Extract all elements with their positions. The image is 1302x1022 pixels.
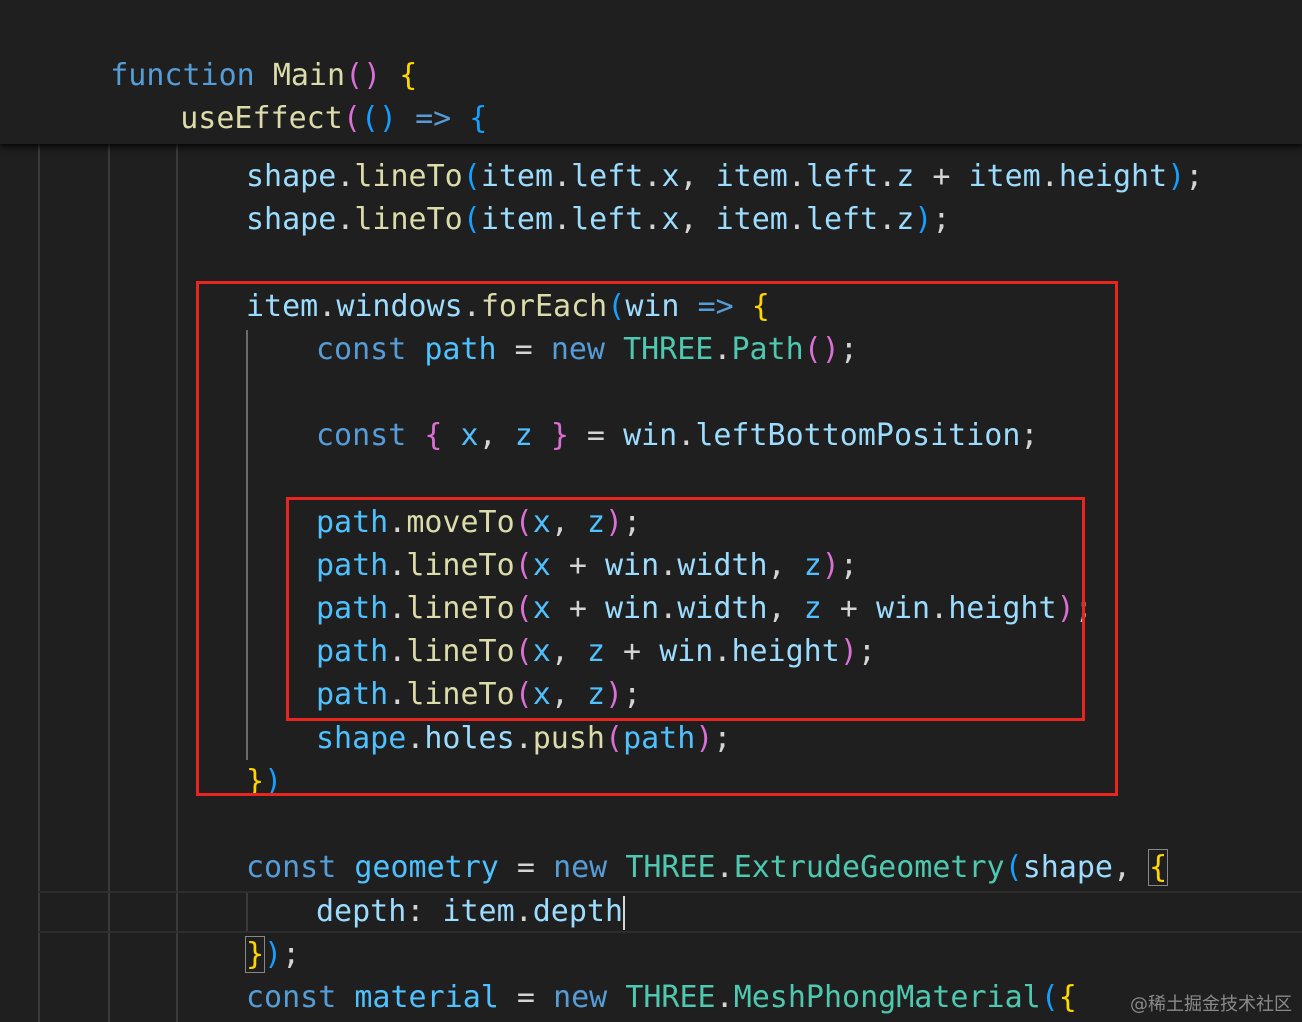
token: .: [336, 159, 355, 194]
token: ExtrudeGeometry: [733, 850, 1005, 885]
code-line[interactable]: });: [244, 935, 301, 975]
token: lineTo: [354, 202, 463, 237]
sticky-scroll-header[interactable]: function Main() { useEffect(() => { cons…: [0, 0, 1302, 144]
token: left: [571, 202, 644, 237]
token: ;: [1185, 159, 1204, 194]
token: .: [715, 850, 734, 885]
token: ,: [679, 202, 716, 237]
token: =: [498, 850, 554, 885]
token: .: [336, 202, 355, 237]
token: new: [553, 850, 608, 885]
text-cursor: [623, 895, 626, 930]
token: =: [498, 980, 554, 1015]
token: .: [643, 202, 662, 237]
token: z: [896, 159, 915, 194]
token: ): [264, 937, 283, 972]
token: const: [246, 850, 337, 885]
token: (: [1040, 980, 1059, 1015]
code-line[interactable]: depth: item.depth: [316, 892, 626, 932]
token: z: [896, 202, 915, 237]
token: const: [246, 980, 337, 1015]
token: .: [514, 894, 533, 929]
token: .: [787, 202, 806, 237]
token: .: [715, 980, 734, 1015]
token: (: [462, 202, 481, 237]
token: ,: [679, 159, 716, 194]
token: x: [661, 159, 680, 194]
token: item: [968, 159, 1041, 194]
token: .: [553, 202, 572, 237]
token: left: [571, 159, 644, 194]
token: ;: [932, 202, 951, 237]
token: new: [553, 980, 608, 1015]
token: ;: [282, 937, 301, 972]
code-line[interactable]: const material = new THREE.MeshPhongMate…: [246, 978, 1077, 1018]
token: (: [462, 159, 481, 194]
token: .: [643, 159, 662, 194]
token: .: [553, 159, 572, 194]
token: THREE: [625, 980, 716, 1015]
highlight-box-inner: [286, 497, 1085, 721]
token: shape: [246, 159, 337, 194]
code-line[interactable]: shape.lineTo(item.left.x, item.left.z);: [246, 200, 950, 240]
token: }: [244, 936, 266, 973]
token: {: [1058, 980, 1077, 1015]
token: {: [1148, 849, 1169, 886]
token: (: [1004, 850, 1023, 885]
token: MeshPhongMaterial: [733, 980, 1041, 1015]
token: shape: [1022, 850, 1113, 885]
token: .: [878, 159, 897, 194]
token: lineTo: [354, 159, 463, 194]
code-line[interactable]: const geometry = new THREE.ExtrudeGeomet…: [246, 848, 1169, 888]
token: left: [805, 202, 879, 237]
current-line-highlight: [38, 891, 1302, 933]
token: :: [406, 894, 443, 929]
token: item: [480, 202, 554, 237]
token: .: [787, 159, 806, 194]
code-line[interactable]: shape.lineTo(item.left.x, item.left.z + …: [246, 157, 1203, 197]
token: ): [914, 202, 933, 237]
sticky-line[interactable]: useEffect(() => {: [108, 59, 487, 136]
token: depth: [532, 894, 624, 929]
token: material: [354, 980, 499, 1015]
token: .: [1040, 159, 1059, 194]
sticky-line[interactable]: const walls = data.walls.map(item => {: [178, 102, 937, 142]
token: height: [1058, 159, 1168, 194]
token: shape: [246, 202, 337, 237]
token: THREE: [625, 850, 716, 885]
token: x: [661, 202, 680, 237]
token: left: [805, 159, 879, 194]
token: item: [715, 202, 788, 237]
token: ): [1167, 159, 1186, 194]
token: depth: [316, 894, 407, 929]
token: +: [914, 159, 969, 194]
token: .: [878, 202, 897, 237]
sticky-line[interactable]: function Main() {: [38, 16, 417, 93]
token: item: [715, 159, 788, 194]
token: item: [480, 159, 554, 194]
token: ,: [1113, 850, 1150, 885]
watermark: @稀土掘金技术社区: [1130, 994, 1292, 1015]
token: item: [442, 894, 515, 929]
token: geometry: [354, 850, 499, 885]
